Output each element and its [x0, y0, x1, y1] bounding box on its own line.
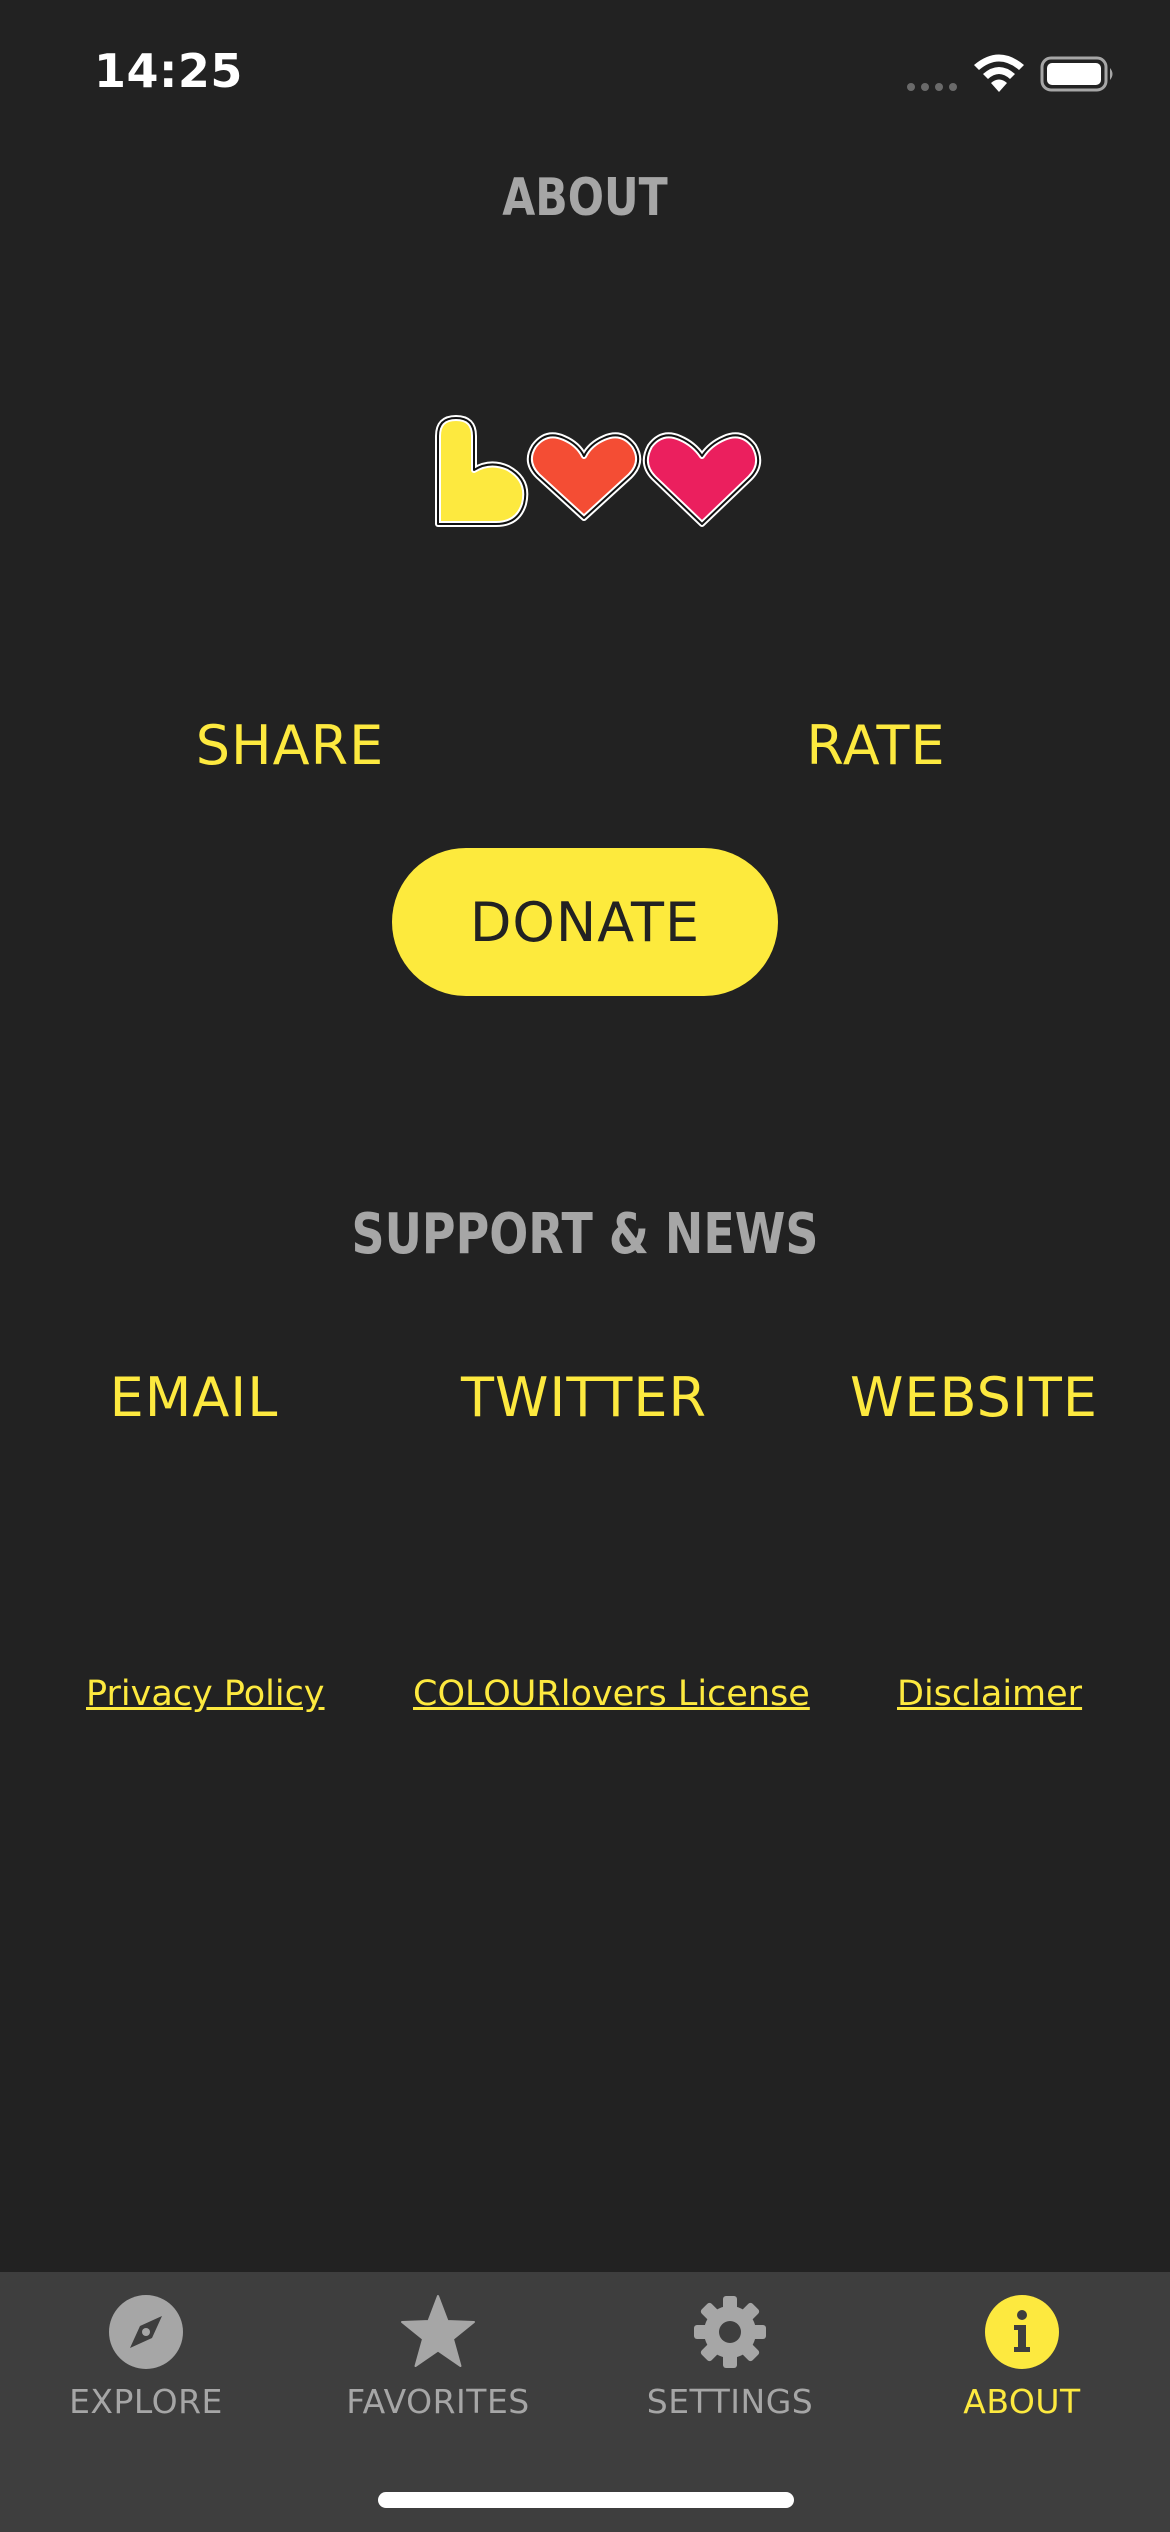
status-time: 14:25	[94, 44, 243, 98]
home-indicator	[378, 2492, 794, 2508]
tab-explore[interactable]: EXPLORE	[0, 2272, 292, 2452]
star-icon	[401, 2295, 475, 2367]
page-title: ABOUT	[502, 168, 668, 228]
tab-settings[interactable]: SETTINGS	[584, 2272, 876, 2452]
compass-icon	[109, 2295, 183, 2369]
about-screen: 14:25 ABOUT SHARE RATE DONATE SUPPORT & …	[0, 0, 1170, 2532]
gear-icon	[694, 2296, 766, 2368]
wifi-icon	[974, 54, 1024, 92]
signal-dots-icon	[907, 83, 957, 91]
tab-explore-label: EXPLORE	[69, 2382, 223, 2421]
info-icon	[985, 2295, 1059, 2369]
tab-about[interactable]: ABOUT	[876, 2272, 1168, 2452]
battery-icon	[1040, 56, 1113, 92]
status-bar: 14:25	[0, 0, 1170, 140]
hearts-logo	[435, 415, 762, 527]
tab-bar: EXPLORE FAVORITES SETTINGS ABOUT	[0, 2272, 1170, 2532]
support-news-title: SUPPORT & NEWS	[351, 1202, 819, 1267]
tab-settings-label: SETTINGS	[646, 2382, 814, 2421]
donate-button[interactable]: DONATE	[392, 848, 778, 996]
privacy-policy-link[interactable]: Privacy Policy	[86, 1674, 325, 1714]
colourlovers-license-link[interactable]: COLOURlovers License	[413, 1674, 810, 1714]
share-button[interactable]: SHARE	[140, 714, 440, 777]
tab-about-label: ABOUT	[963, 2382, 1081, 2421]
tab-favorites[interactable]: FAVORITES	[292, 2272, 584, 2452]
website-button[interactable]: WEBSITE	[824, 1366, 1124, 1429]
rate-button[interactable]: RATE	[726, 714, 1026, 777]
twitter-button[interactable]: TWITTER	[434, 1366, 734, 1429]
disclaimer-link[interactable]: Disclaimer	[897, 1674, 1082, 1714]
tab-favorites-label: FAVORITES	[346, 2382, 530, 2421]
email-button[interactable]: EMAIL	[44, 1366, 344, 1429]
